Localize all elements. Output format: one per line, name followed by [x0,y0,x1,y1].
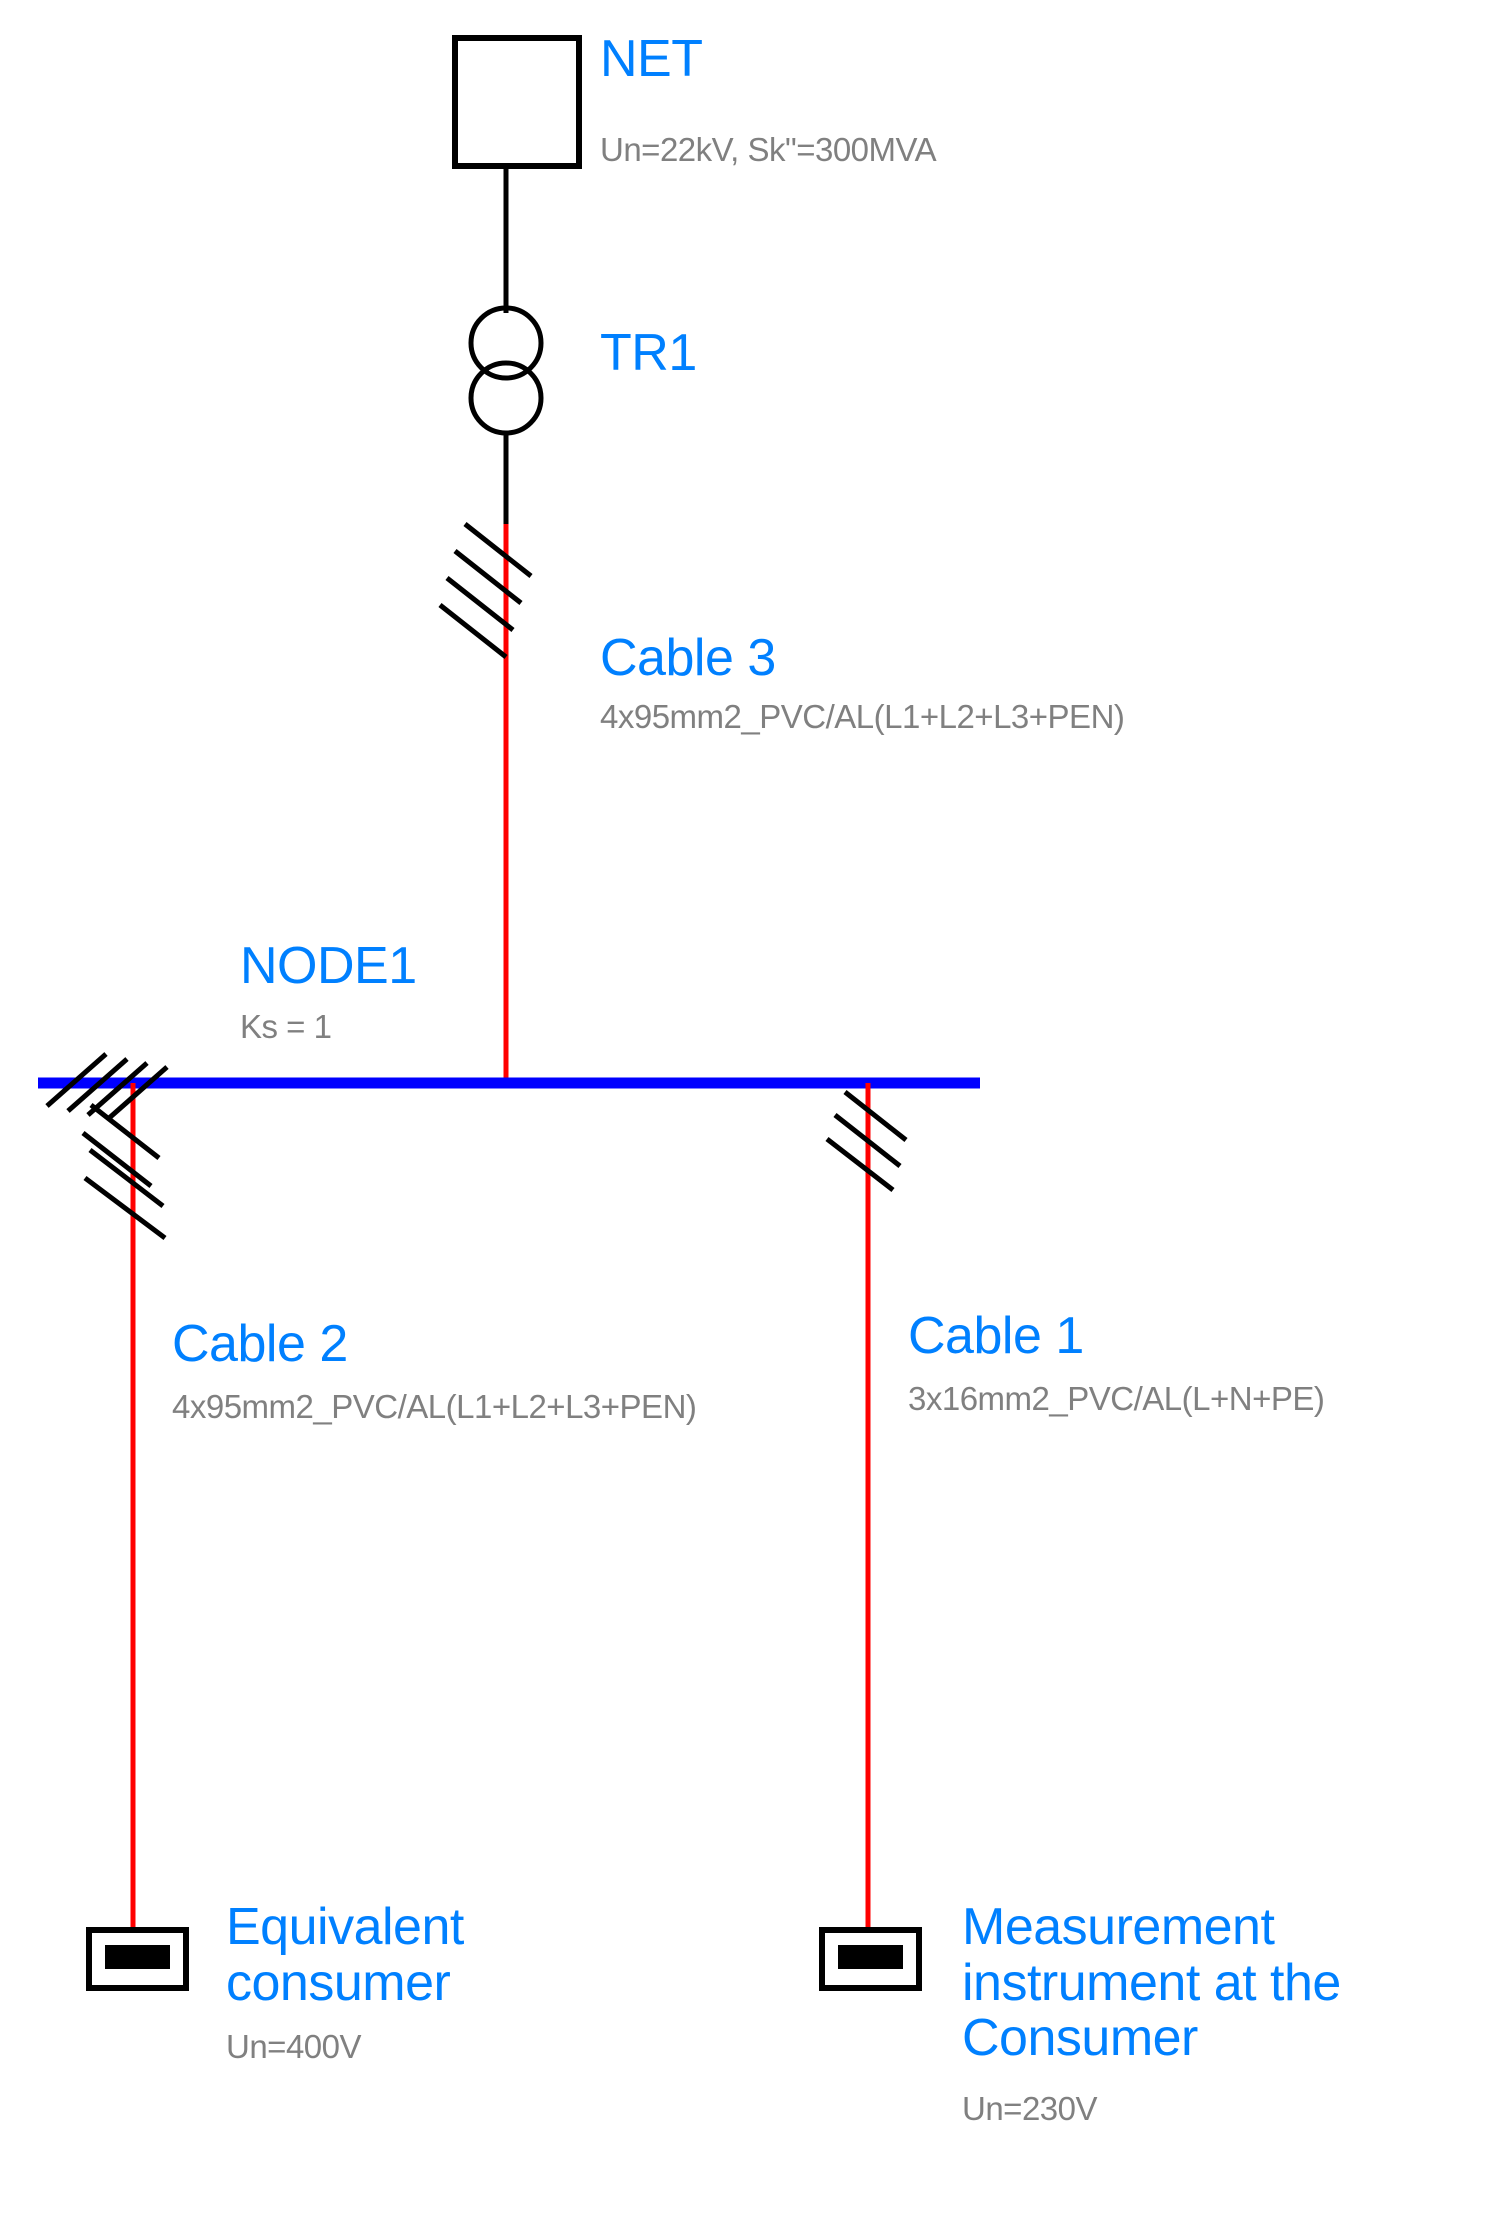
load-left-symbol-bar [105,1945,170,1969]
load-right-sublabel: Un=230V [962,2090,1098,2127]
load-right-symbol-bar [838,1945,903,1969]
net-source-symbol[interactable] [452,35,582,169]
cable3-label[interactable]: Cable 3 [600,632,776,684]
single-line-diagram-canvas [38,35,980,1991]
transformer-label[interactable]: TR1 [600,327,697,379]
load-left-label[interactable]: Equivalent consumer [226,1899,556,2011]
cable1-label[interactable]: Cable 1 [908,1310,1084,1362]
cable3-conductor-count-hatching [438,522,533,659]
cable2-label[interactable]: Cable 2 [172,1318,348,1370]
net-label[interactable]: NET [600,33,703,85]
net-sublabel: Un=22kV, Sk"=300MVA [600,131,937,168]
node1-sublabel: Ks = 1 [240,1008,332,1045]
cable3-sublabel: 4x95mm2_PVC/AL(L1+L2+L3+PEN) [600,698,1125,735]
load-right-label[interactable]: Measurement instrument at the Consumer [962,1899,1422,2067]
transformer-winding-secondary [468,360,544,436]
load-left-sublabel: Un=400V [226,2028,362,2065]
node1-label[interactable]: NODE1 [240,940,417,992]
cable2-conductor-count-hatching [81,1103,167,1240]
transformer-winding-primary [468,305,544,381]
cable2-sublabel: 4x95mm2_PVC/AL(L1+L2+L3+PEN) [172,1388,697,1425]
cable1-sublabel: 3x16mm2_PVC/AL(L+N+PE) [908,1380,1325,1417]
